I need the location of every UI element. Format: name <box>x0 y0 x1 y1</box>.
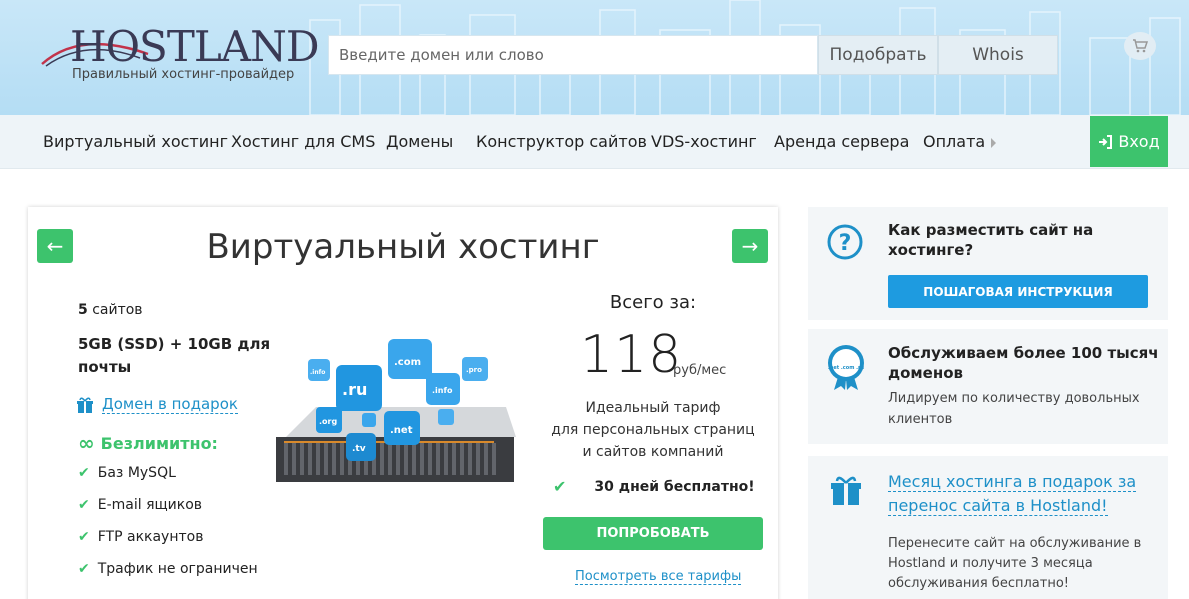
storage-line-1: 5GB (SSD) + 10GB для <box>78 335 271 353</box>
transfer-text-line-2: Hostland и получите 3 месяца <box>888 556 1093 571</box>
transfer-panel: Месяц хостинга в подарок за перенос сайт… <box>808 456 1168 599</box>
login-button[interactable]: Вход <box>1090 116 1168 167</box>
login-label: Вход <box>1118 132 1160 151</box>
transfer-text-line-3: обслуживания бесплатно! <box>888 576 1069 591</box>
server-illustration: .ru .com .info .org .tv .net .info .pro <box>276 339 516 482</box>
try-button[interactable]: ПОПРОБОВАТЬ <box>543 517 763 550</box>
free-trial-label: 30 дней бесплатно! <box>594 478 755 495</box>
nav-payment-label: Оплата <box>923 132 986 151</box>
gift-icon <box>77 397 93 413</box>
domain-badge-icon: .net .com .ru <box>828 345 865 390</box>
all-tariffs-link[interactable]: Посмотреть все тарифы <box>575 569 742 585</box>
sites-count: 5 сайтов <box>78 302 143 318</box>
domains-text-line-2: клиентов <box>888 412 953 427</box>
cart-icon <box>1133 39 1148 53</box>
transfer-link-line-1[interactable]: Месяц хостинга в подарок за <box>888 470 1137 494</box>
list-item-label: Трафик не ограничен <box>97 561 258 577</box>
domain-cube-label: .tv <box>352 444 366 454</box>
domain-cube-label: .info <box>310 369 325 376</box>
site-header: HOSTLAND Правильный хостинг-провайдер Вв… <box>0 0 1189 115</box>
login-icon <box>1099 134 1113 149</box>
unlimited-heading: ∞ Безлимитно: <box>78 431 218 455</box>
logo-text: HOSTLAND <box>70 22 319 71</box>
unlimited-label: Безлимитно: <box>100 433 218 453</box>
transfer-link-text: Месяц хостинга в подарок за <box>888 472 1137 492</box>
instructions-button[interactable]: ПОШАГОВАЯ ИНСТРУКЦИЯ <box>888 275 1148 308</box>
domains-text-line-1: Лидируем по количеству довольных <box>888 391 1140 406</box>
question-icon: ? <box>827 224 863 260</box>
svg-text:?: ? <box>839 231 852 256</box>
list-item-label: FTP аккаунтов <box>97 529 204 545</box>
domain-cube-label: .net <box>390 425 413 436</box>
check-icon: ✔ <box>78 561 90 577</box>
storage-line-2: почты <box>78 358 132 376</box>
description-line: для персональных страниц <box>551 422 755 438</box>
nav-payment[interactable]: Оплата <box>923 115 997 169</box>
price-value: 118 <box>580 325 683 385</box>
transfer-text-line-1: Перенесите сайт на обслуживание в <box>888 536 1142 551</box>
list-item: ✔ FTP аккаунтов <box>78 529 203 545</box>
help-panel: ? Как разместить сайт на хостинге? ПОШАГ… <box>808 207 1168 320</box>
nav-server-rental[interactable]: Аренда сервера <box>774 115 909 169</box>
check-icon: ✔ <box>78 497 90 513</box>
nav-site-builder[interactable]: Конструктор сайтов <box>476 115 647 169</box>
search-placeholder: Введите домен или слово <box>339 46 544 64</box>
nav-virtual-hosting[interactable]: Виртуальный хостинг <box>43 115 228 169</box>
check-icon: ✔ <box>553 477 567 496</box>
domain-cube-label: .pro <box>466 366 482 374</box>
main-navigation: Виртуальный хостинг Хостинг для CMS Доме… <box>0 115 1189 169</box>
domain-cube-label: .com <box>394 357 421 368</box>
list-item: ✔ E-mail ящиков <box>78 497 202 513</box>
nav-vds-hosting[interactable]: VDS-хостинг <box>651 115 757 169</box>
sites-number: 5 <box>78 302 88 318</box>
domains-title-line-2: доменов <box>888 364 964 382</box>
whois-button[interactable]: Whois <box>938 35 1058 75</box>
description-line: Идеальный тариф <box>585 400 721 416</box>
domain-cube-label: .org <box>319 417 337 426</box>
help-title-line-1: Как разместить сайт на <box>888 221 1094 239</box>
list-item: ✔ Баз MySQL <box>78 465 176 481</box>
nav-domains[interactable]: Домены <box>386 115 453 169</box>
domain-badge-text: .net .com .ru <box>828 365 865 371</box>
nav-cms-hosting[interactable]: Хостинг для CMS <box>231 115 375 169</box>
gift-domain-link[interactable]: Домен в подарок <box>76 395 238 414</box>
help-title-line-2: хостинге? <box>888 241 974 259</box>
gift-domain-label: Домен в подарок <box>102 395 238 414</box>
pick-domain-button[interactable]: Подобрать <box>818 35 938 75</box>
chevron-right-icon <box>991 137 997 148</box>
description-line: и сайтов компаний <box>582 444 724 460</box>
cart-button[interactable] <box>1124 32 1156 60</box>
check-icon: ✔ <box>78 529 90 545</box>
price-label: Всего за: <box>609 292 697 313</box>
hostland-logo[interactable]: HOSTLAND Правильный хостинг-провайдер <box>40 22 319 92</box>
list-item-label: E-mail ящиков <box>97 497 203 513</box>
list-item: ✔ Трафик не ограничен <box>78 561 258 577</box>
gift-icon <box>831 476 861 505</box>
domain-cube-label: .ru <box>342 380 367 399</box>
infinity-icon: ∞ <box>78 431 95 455</box>
transfer-link-text: перенос сайта в Hostland! <box>888 496 1108 516</box>
tariff-title: Виртуальный хостинг <box>206 227 600 267</box>
domains-title-line-1: Обслуживаем более 100 тысяч <box>888 344 1159 362</box>
domain-cube-label: .info <box>432 386 453 395</box>
hosting-tariff-card: ← → Виртуальный хостинг 5 сайтов 5GB (SS… <box>28 207 778 599</box>
domain-search-input[interactable]: Введите домен или слово <box>328 35 818 75</box>
sites-label: сайтов <box>92 302 143 318</box>
check-icon: ✔ <box>78 465 90 481</box>
tariff-description: Идеальный тариф для персональных страниц… <box>538 397 768 463</box>
list-item-label: Баз MySQL <box>97 465 176 481</box>
domains-panel: .net .com .ru Обслуживаем более 100 тыся… <box>808 329 1168 444</box>
free-trial-note: ✔ 30 дней бесплатно! <box>553 477 755 496</box>
price-unit: руб/мес <box>673 363 727 378</box>
logo-subtitle: Правильный хостинг-провайдер <box>72 67 295 82</box>
transfer-link-line-2[interactable]: перенос сайта в Hostland! <box>888 494 1108 518</box>
